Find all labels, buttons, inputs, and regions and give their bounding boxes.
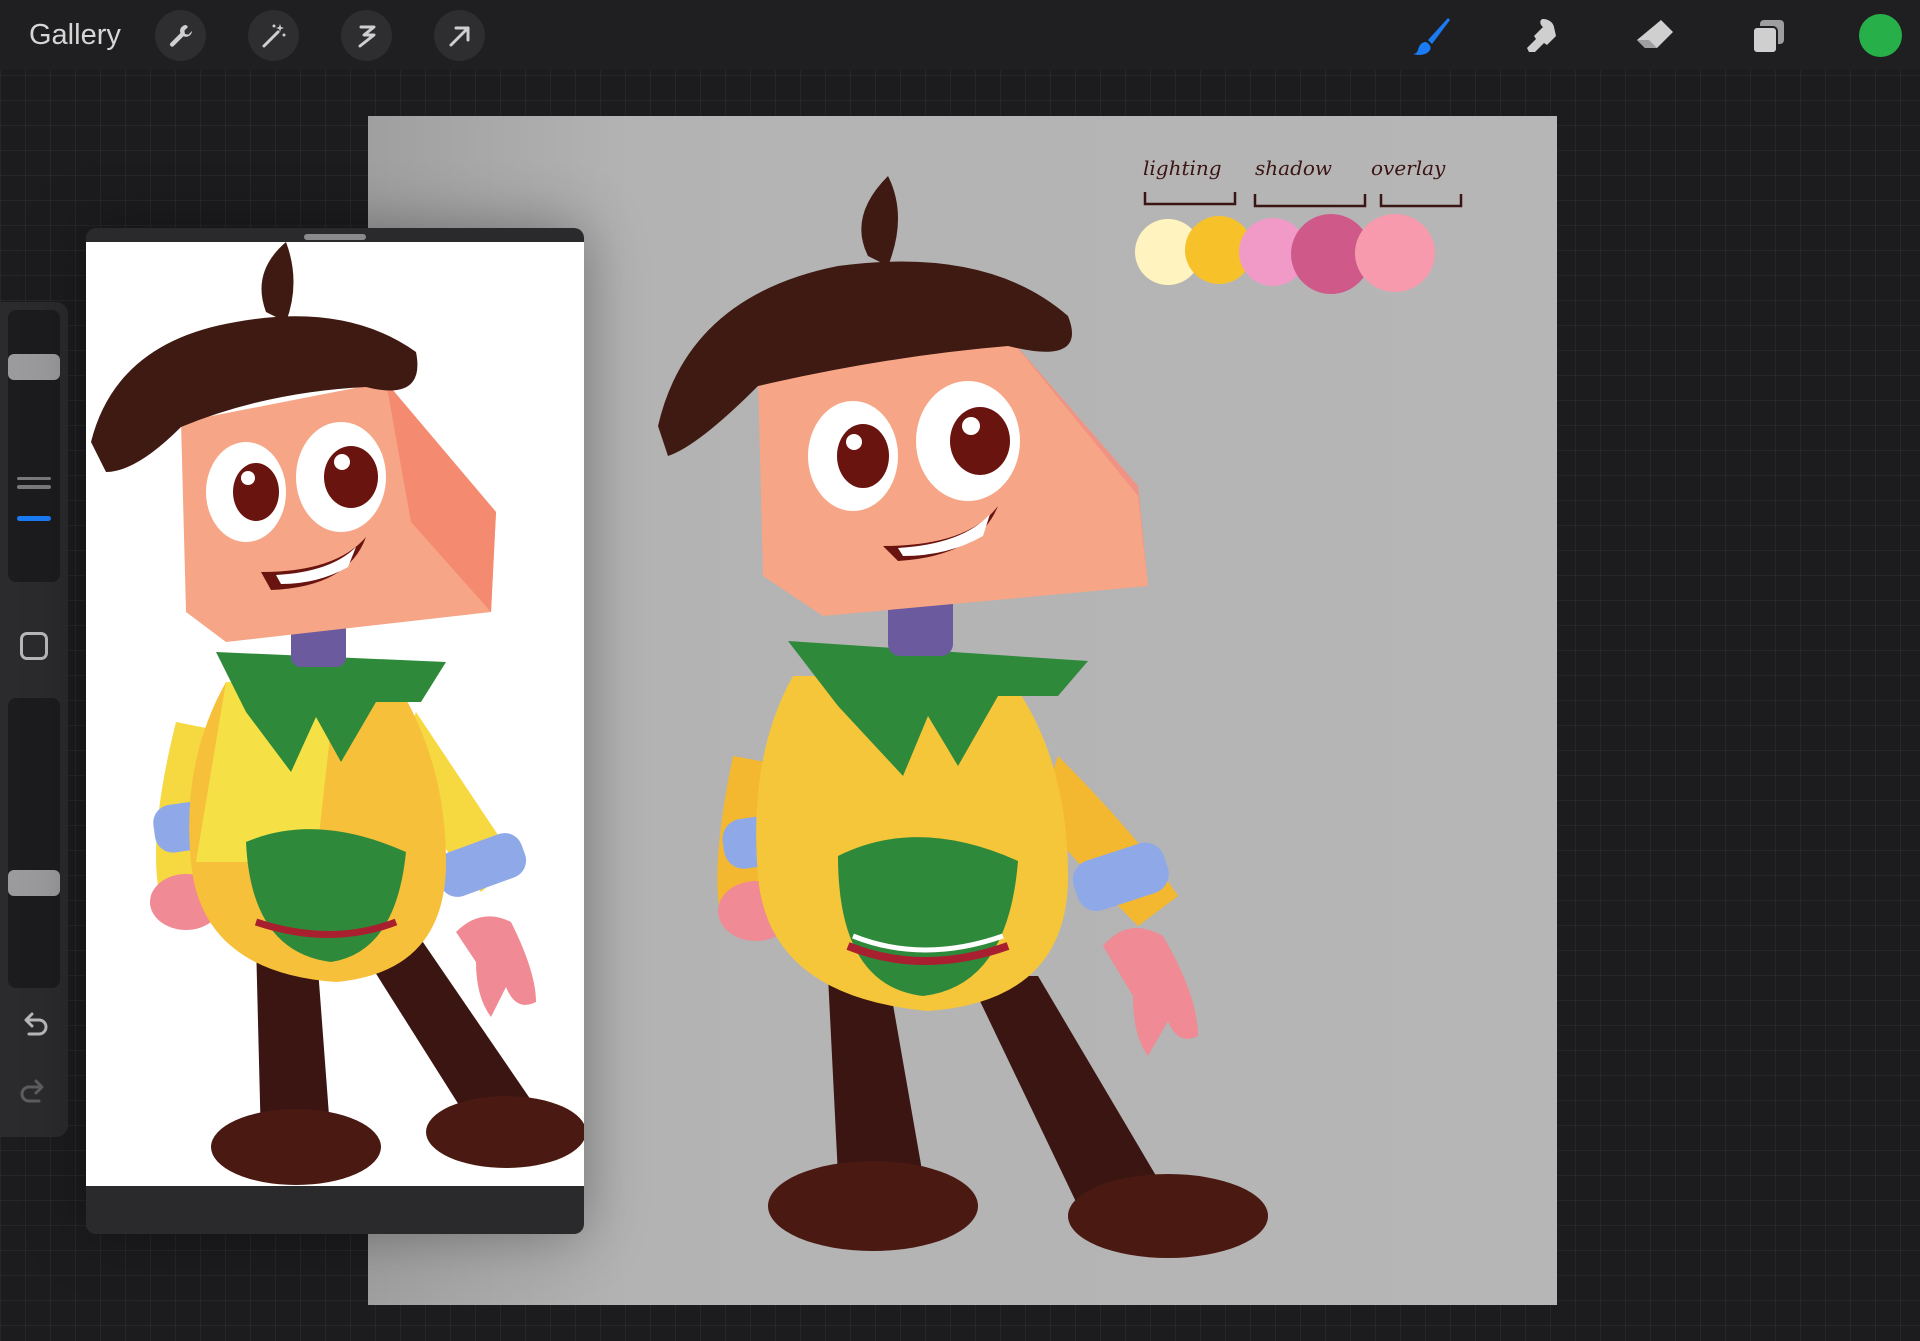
actions-button[interactable]	[155, 10, 206, 61]
color-picker-button[interactable]	[1859, 14, 1902, 57]
paint-tool-button[interactable]	[1409, 13, 1455, 59]
layers-icon	[1752, 20, 1784, 54]
selection-icon	[358, 25, 375, 47]
color-palette-notes: lighting shadow overlay	[1135, 156, 1503, 294]
brush-size-slider[interactable]	[8, 310, 60, 582]
brush-icon	[1413, 18, 1450, 55]
wrench-icon	[169, 24, 192, 47]
opacity-slider[interactable]	[8, 698, 60, 988]
opacity-slider-handle[interactable]	[8, 869, 60, 896]
palette-swatch-salmon	[1355, 214, 1435, 292]
brush-size-lines-icon	[17, 477, 51, 489]
palette-label-shadow: shadow	[1255, 156, 1333, 180]
reference-window[interactable]	[86, 228, 584, 1234]
palette-label-lighting: lighting	[1143, 156, 1222, 180]
layers-button[interactable]	[1745, 13, 1791, 59]
eraser-tool-button[interactable]	[1632, 13, 1678, 59]
palette-label-overlay: overlay	[1371, 156, 1446, 180]
transform-arrow-icon	[449, 26, 469, 46]
active-size-indicator-icon	[17, 516, 51, 521]
reference-image	[86, 242, 584, 1186]
reference-character-artwork	[91, 242, 584, 1185]
selection-button[interactable]	[341, 10, 392, 61]
transform-button[interactable]	[434, 10, 485, 61]
modify-button[interactable]	[20, 632, 48, 660]
redo-icon[interactable]	[17, 1077, 51, 1111]
smudge-tool-button[interactable]	[1520, 13, 1566, 59]
top-toolbar: Gallery	[0, 0, 1920, 70]
undo-icon[interactable]	[17, 1010, 51, 1044]
smudge-icon	[1527, 19, 1556, 52]
eraser-icon	[1637, 20, 1673, 48]
magic-wand-icon	[262, 23, 285, 47]
adjustments-button[interactable]	[248, 10, 299, 61]
gallery-button[interactable]: Gallery	[29, 17, 121, 53]
reference-drag-handle[interactable]	[304, 234, 366, 240]
brush-size-slider-handle[interactable]	[8, 354, 60, 381]
left-sidebar	[0, 302, 68, 1137]
